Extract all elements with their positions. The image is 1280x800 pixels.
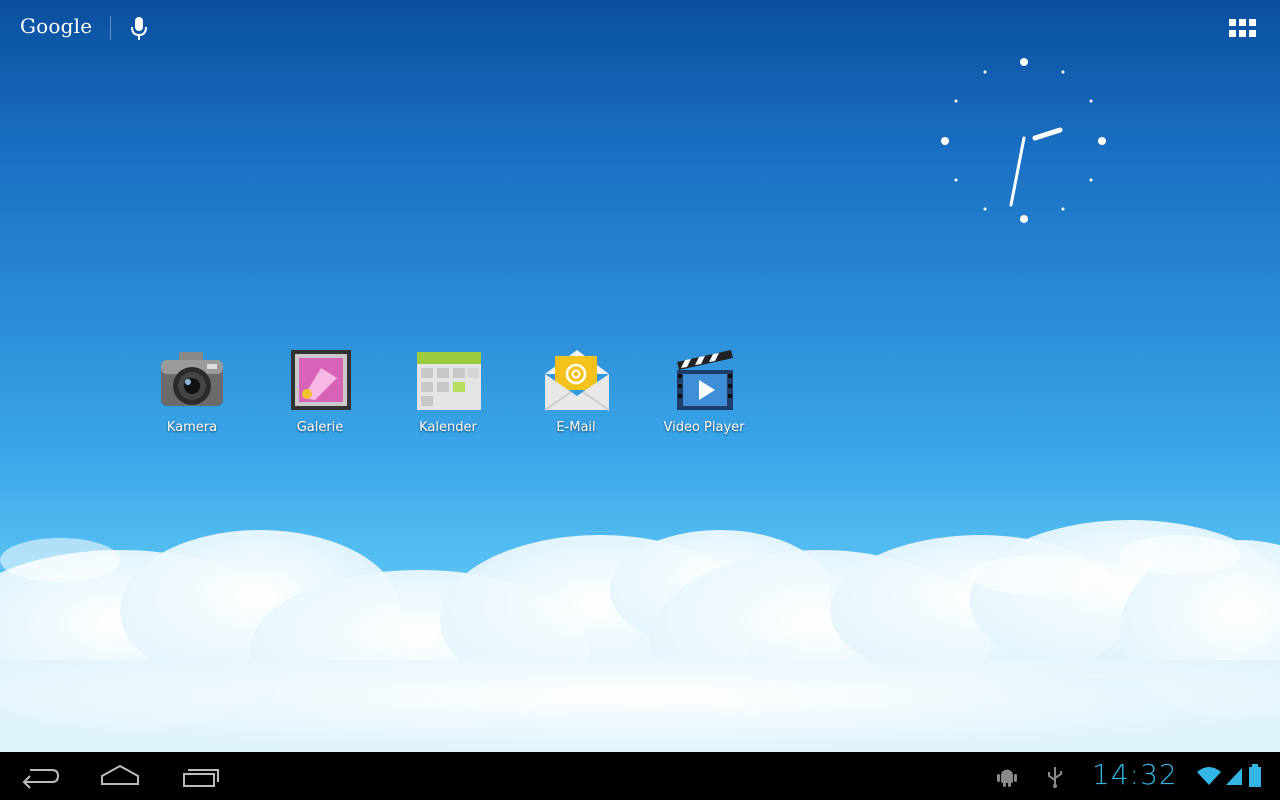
analog-clock-widget[interactable] [934, 52, 1114, 232]
all-apps-grid-icon[interactable] [1228, 18, 1258, 38]
usb-icon [1048, 767, 1062, 788]
app-email[interactable]: E-Mail [526, 348, 626, 444]
battery-icon [1249, 764, 1261, 787]
app-label: Galerie [296, 420, 344, 435]
android-debug-icon [997, 769, 1017, 787]
status-clock[interactable]: 14:32 [1092, 758, 1178, 791]
app-kamera[interactable]: Kamera [142, 348, 242, 444]
signal-icon [1226, 768, 1242, 785]
microphone-icon[interactable] [130, 16, 148, 42]
app-label: Kamera [166, 420, 218, 435]
minute-hand [1009, 136, 1026, 207]
calendar-icon [417, 352, 481, 410]
back-icon[interactable] [18, 762, 62, 790]
recent-apps-icon[interactable] [178, 762, 222, 790]
system-bar: 14:32 [0, 752, 1280, 800]
camera-icon [161, 352, 223, 406]
google-search-logo[interactable]: Google [20, 14, 92, 38]
gallery-icon [291, 350, 351, 410]
hour-hand [1032, 127, 1063, 141]
video-player-icon [677, 350, 733, 410]
app-label: Video Player [663, 420, 745, 435]
email-icon [544, 350, 610, 411]
app-video-player[interactable]: Video Player [654, 348, 754, 444]
app-kalender[interactable]: Kalender [398, 348, 498, 444]
app-galerie[interactable]: Galerie [270, 348, 370, 444]
wifi-icon [1197, 767, 1221, 785]
topbar-divider [110, 16, 111, 40]
home-icon[interactable] [98, 762, 142, 790]
app-label: E-Mail [556, 420, 596, 435]
app-label: Kalender [419, 420, 477, 435]
